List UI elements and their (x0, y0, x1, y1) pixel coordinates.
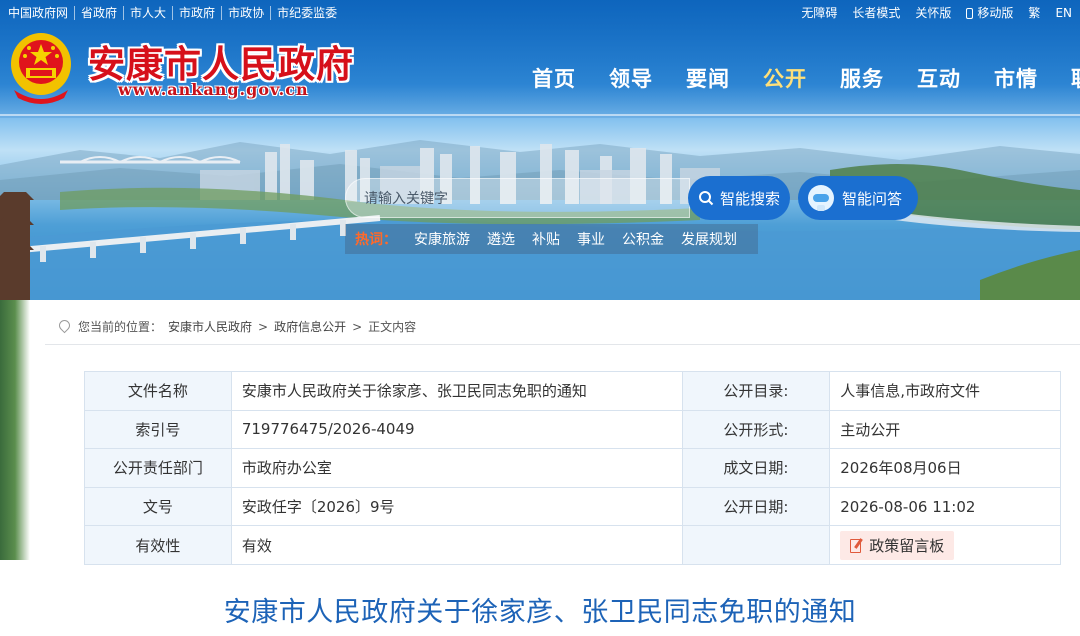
main-navigation: 首页 领导 要闻 公开 服务 互动 市情 联 (532, 63, 1080, 93)
accessibility-link[interactable]: 无障碍 (801, 6, 837, 20)
meta-key: 成文日期: (681, 448, 831, 488)
breadcrumb-separator: > (352, 319, 363, 334)
document-meta-table: 文件名称 安康市人民政府关于徐家彦、张卫民同志免职的通知 公开目录: 人事信息,… (84, 371, 1061, 565)
meta-key: 公开日期: (681, 486, 831, 527)
meta-key: 文件名称 (84, 371, 232, 411)
nav-services[interactable]: 服务 (840, 63, 884, 93)
nav-disclosure[interactable]: 公开 (763, 63, 807, 93)
accessibility-links: 无障碍 长者模式 关怀版 移动版 繁 EN (801, 6, 1072, 20)
breadcrumb: 您当前的位置： 安康市人民政府 > 政府信息公开 > 正文内容 (58, 318, 416, 335)
breadcrumb-prefix: 您当前的位置： (78, 320, 163, 334)
gov-link-city[interactable]: 市政府 (173, 6, 223, 20)
table-row: 文号 安政任字〔2026〕9号 公开日期: 2026-08-06 11:02 (84, 486, 1061, 527)
meta-value: 2026-08-06 11:02 (829, 486, 1061, 527)
meta-key (681, 525, 831, 565)
table-row: 文件名称 安康市人民政府关于徐家彦、张卫民同志免职的通知 公开目录: 人事信息,… (84, 371, 1061, 411)
traditional-chinese-link[interactable]: 繁 (1028, 6, 1040, 20)
gov-link-central[interactable]: 中国政府网 (8, 6, 76, 20)
meta-value: 市政府办公室 (230, 448, 683, 488)
meta-value: 719776475/2026-4049 (230, 409, 683, 450)
mobile-version-label: 移动版 (977, 6, 1014, 20)
breadcrumb-item-current: 正文内容 (368, 320, 417, 334)
meta-key: 有效性 (84, 525, 232, 565)
hot-word-link[interactable]: 公积金 (622, 229, 664, 249)
nav-interaction[interactable]: 互动 (917, 63, 961, 93)
gov-link-congress[interactable]: 市人大 (124, 6, 174, 20)
table-row: 公开责任部门 市政府办公室 成文日期: 2026年08月06日 (84, 448, 1061, 488)
header-divider (0, 114, 1080, 116)
table-row: 有效性 有效 政策留言板 (84, 525, 1061, 565)
hot-word-link[interactable]: 发展规划 (681, 229, 737, 249)
hot-words-label: 热词： (355, 232, 397, 248)
header-banner: 中国政府网 省政府 市人大 市政府 市政协 市纪委监委 无障碍 长者模式 关怀版… (0, 0, 1080, 300)
meta-key: 索引号 (84, 409, 232, 450)
smart-search-label: 智能搜索 (719, 190, 780, 208)
nav-home[interactable]: 首页 (532, 63, 576, 93)
elder-mode-link[interactable]: 长者模式 (852, 6, 900, 20)
gov-link-discipline[interactable]: 市纪委监委 (271, 6, 343, 20)
nav-news[interactable]: 要闻 (686, 63, 730, 93)
nav-leadership[interactable]: 领导 (609, 63, 653, 93)
meta-key: 公开形式: (681, 409, 831, 450)
meta-value: 主动公开 (829, 409, 1061, 450)
hot-word-link[interactable]: 遴选 (487, 229, 515, 249)
hot-word-link[interactable]: 补贴 (532, 229, 560, 249)
site-logo-url: www.ankang.gov.cn (118, 80, 309, 99)
smart-qa-label: 智能问答 (842, 189, 903, 208)
search-input[interactable] (364, 179, 684, 217)
hot-word-link[interactable]: 安康旅游 (414, 229, 470, 249)
meta-value: 2026年08月06日 (829, 448, 1061, 488)
mobile-version-link[interactable]: 移动版 (966, 6, 1013, 20)
policy-message-board-label: 政策留言板 (869, 536, 945, 555)
meta-key: 公开目录: (681, 371, 831, 411)
meta-value: 安康市人民政府关于徐家彦、张卫民同志免职的通知 (230, 371, 683, 411)
breadcrumb-divider (45, 344, 1080, 345)
care-version-link[interactable]: 关怀版 (915, 6, 951, 20)
hot-word-link[interactable]: 事业 (577, 229, 605, 249)
english-link[interactable]: EN (1055, 6, 1072, 20)
smart-search-button[interactable]: 智能搜索 (688, 176, 790, 220)
left-decorative-strip (0, 300, 30, 560)
gov-links: 中国政府网 省政府 市人大 市政府 市政协 市纪委监委 (8, 6, 343, 20)
smart-qa-button[interactable]: 智能问答 (798, 176, 918, 220)
meta-value: 有效 (230, 525, 683, 565)
meta-key: 公开责任部门 (84, 448, 232, 488)
edit-pen-icon (850, 538, 863, 554)
breadcrumb-item-home[interactable]: 安康市人民政府 (168, 318, 252, 335)
meta-value-cell: 政策留言板 (829, 525, 1061, 565)
breadcrumb-item-disclosure[interactable]: 政府信息公开 (274, 318, 346, 335)
national-emblem-logo[interactable] (8, 30, 74, 104)
policy-message-board-button[interactable]: 政策留言板 (840, 530, 955, 560)
mobile-phone-icon (966, 7, 974, 19)
search-icon (698, 191, 714, 206)
nav-more-truncated[interactable]: 联 (1071, 63, 1080, 93)
table-row: 索引号 719776475/2026-4049 公开形式: 主动公开 (84, 409, 1061, 450)
nav-city-info[interactable]: 市情 (994, 63, 1038, 93)
breadcrumb-separator: > (258, 319, 269, 334)
meta-value: 人事信息,市政府文件 (829, 371, 1061, 411)
document-title: 安康市人民政府关于徐家彦、张卫民同志免职的通知 (223, 597, 857, 628)
top-utility-bar: 中国政府网 省政府 市人大 市政府 市政协 市纪委监委 无障碍 长者模式 关怀版… (0, 0, 1080, 28)
robot-assistant-icon (808, 185, 834, 211)
meta-key: 文号 (84, 486, 232, 527)
location-pin-icon (58, 320, 69, 333)
gov-link-cppcc[interactable]: 市政协 (222, 6, 272, 20)
search-box (345, 178, 690, 218)
hot-words-bar: 热词： 安康旅游 遴选 补贴 事业 公积金 发展规划 (345, 224, 758, 254)
meta-value: 安政任字〔2026〕9号 (230, 486, 683, 527)
gov-link-province[interactable]: 省政府 (75, 6, 125, 20)
